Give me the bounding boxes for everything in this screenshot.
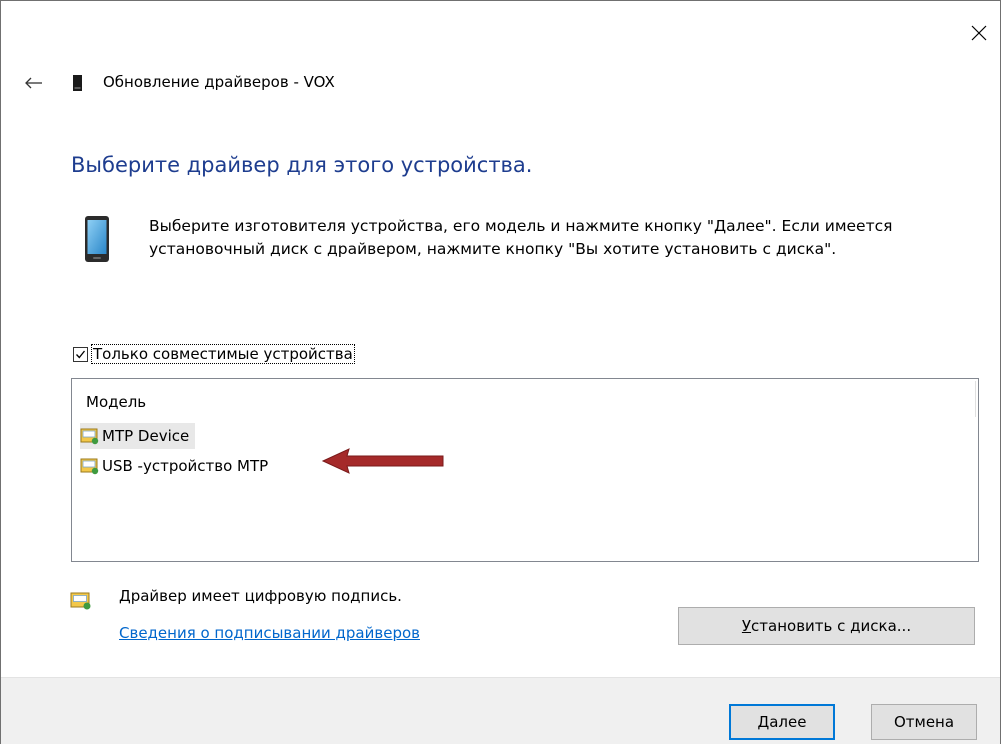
update-drivers-window: Обновление драйверов - VOX Выберите драй… — [0, 0, 1001, 744]
list-item-label: USB -устройство MTP — [102, 457, 269, 475]
phone-device-icon — [85, 216, 109, 262]
signed-driver-icon — [70, 592, 91, 610]
window-title: Обновление драйверов - VOX — [103, 73, 335, 91]
list-scrollbar-edge — [975, 381, 976, 417]
close-icon — [971, 25, 987, 41]
instructions-text: Выберите изготовителя устройства, его мо… — [149, 215, 989, 261]
close-button[interactable] — [959, 15, 999, 51]
driver-signing-info-link[interactable]: Сведения о подписывании драйверов — [119, 624, 420, 642]
checkmark-icon — [76, 350, 86, 358]
signed-driver-icon — [80, 458, 99, 475]
list-item-label: MTP Device — [102, 427, 190, 445]
signature-status-text: Драйвер имеет цифровую подпись. — [119, 587, 402, 605]
device-icon — [73, 75, 82, 91]
next-label: алее — [769, 713, 807, 731]
instructions-line-1: Выберите изготовителя устройства, его мо… — [149, 217, 893, 235]
model-list[interactable]: Модель MTP Device USB -устройство MTP — [71, 378, 979, 562]
back-arrow-icon — [25, 77, 42, 89]
show-compatible-label[interactable]: Только совместимые устройства — [91, 344, 355, 364]
have-disk-accelerator: У — [741, 617, 752, 635]
signed-driver-icon — [80, 428, 99, 445]
have-disk-label: становить с диска... — [751, 617, 912, 635]
checkbox-box[interactable] — [73, 346, 88, 362]
list-item-mtp-device[interactable]: MTP Device — [80, 423, 196, 449]
next-button[interactable]: Далее — [729, 704, 835, 740]
next-accelerator: Д — [757, 713, 770, 731]
list-item-usb-mtp[interactable]: USB -устройство MTP — [80, 453, 274, 479]
page-heading: Выберите драйвер для этого устройства. — [71, 153, 533, 177]
instructions-line-2: установочный диск с драйвером, нажмите к… — [149, 240, 837, 258]
show-compatible-checkbox[interactable]: Только совместимые устройства — [73, 344, 355, 364]
cancel-button[interactable]: Отмена — [871, 704, 977, 740]
have-disk-button[interactable]: Установить с диска... — [678, 607, 975, 645]
back-button[interactable] — [19, 71, 49, 95]
annotation-arrow — [321, 448, 444, 474]
footer-bar: Далее Отмена — [1, 677, 1000, 744]
model-column-header: Модель — [86, 393, 147, 411]
